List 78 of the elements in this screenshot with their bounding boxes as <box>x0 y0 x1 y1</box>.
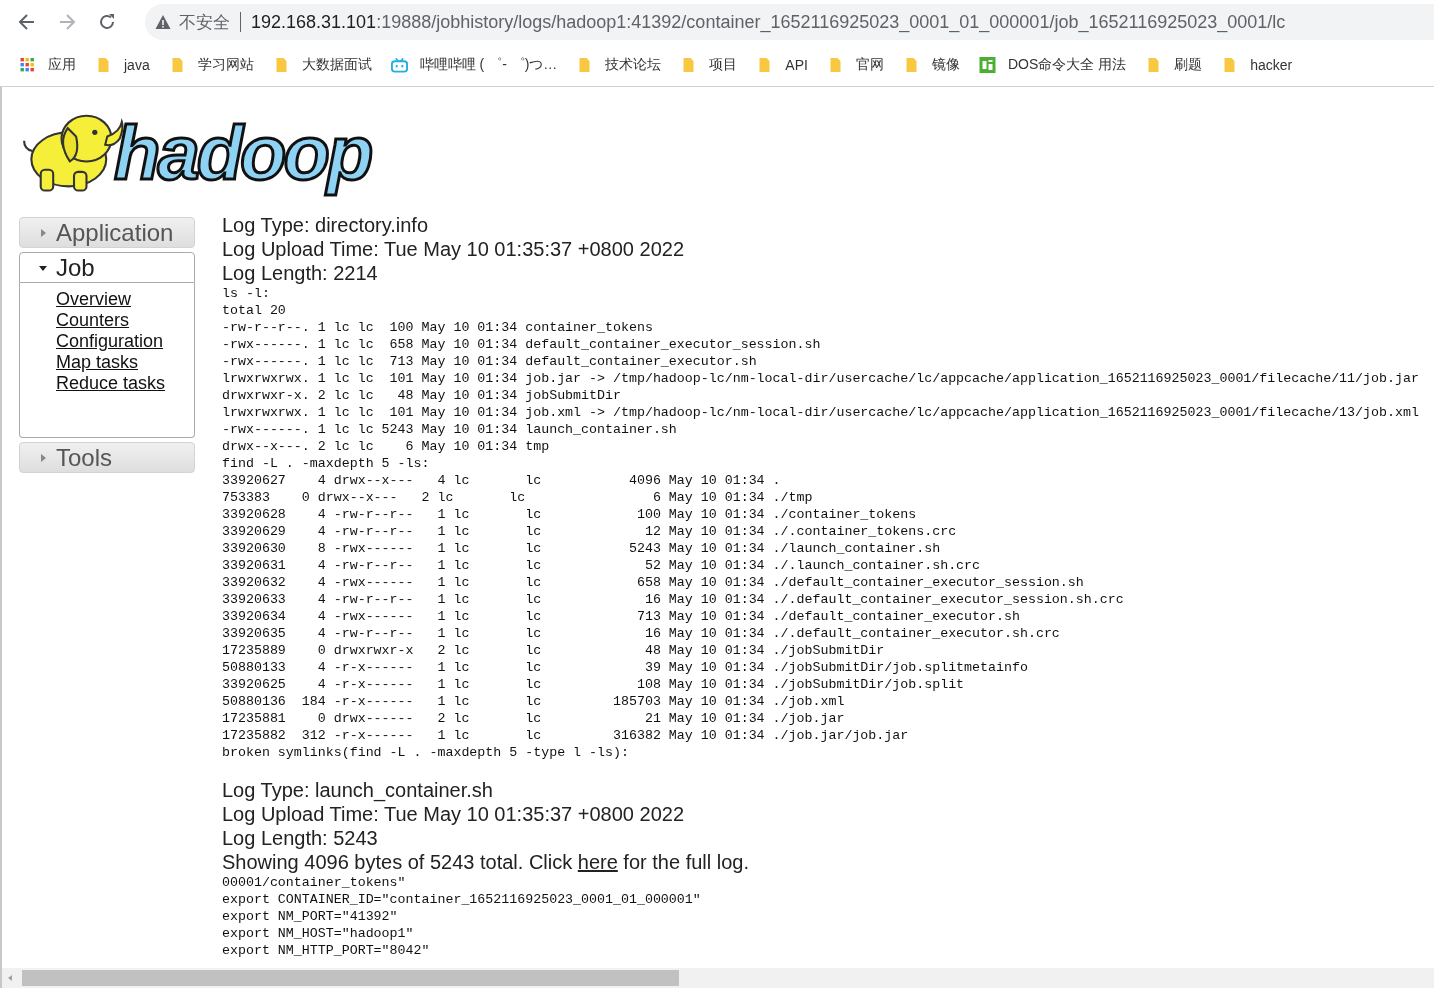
log-line: export CONTAINER_ID="container_1652116925023_0001_01_000001" <box>222 891 702 908</box>
log-line: lrwxrwxrwx. 1 lc lc 101 May 10 01:34 job.xml -> /tmp/hadoop-lc/nm-local-dir/usercache/lc/appcache/application_1652116925023_0001/filecache/13/job.xml <box>222 404 1419 421</box>
log-line: -rw-r--r--. 1 lc lc 100 May 10 01:34 container_tokens <box>222 319 654 336</box>
log-line: export NM_PORT="41392" <box>222 908 399 925</box>
log-line: 33920627 4 drwx--x--- 4 lc lc 4096 May 10 01:34 . <box>222 472 782 489</box>
security-label: 不安全 <box>179 11 230 34</box>
log-line: export NM_HTTP_PORT="8042" <box>222 942 431 959</box>
accordion-header[interactable]: Tools <box>19 442 195 473</box>
bookmark[interactable]: 官网 <box>826 56 884 74</box>
url-text: 192.168.31.101:19888/jobhistory/logs/hadoop1:41392/container_1652116925023_0001_01_000001/job_1652116925023_0001/lc <box>251 11 1286 33</box>
log-line: 33920625 4 -r-x------ 1 lc lc 108 May 10 01:34 ./jobSubmitDir/job.split <box>222 676 966 693</box>
log-line: ls -l: <box>222 285 271 302</box>
scrollbar-thumb[interactable] <box>22 970 679 986</box>
accordion-header[interactable]: Application <box>19 217 195 248</box>
site-icon <box>978 57 996 73</box>
bookmark[interactable]: API <box>756 57 808 73</box>
bookmark[interactable]: 应用 <box>19 56 76 74</box>
log-line: 753383 0 drwx--x--- 2 lc lc 6 May 10 01:34 ./tmp <box>222 489 814 506</box>
log-line: 33920631 4 -rw-r--r-- 1 lc lc 52 May 10 01:34 ./.launch_container.sh.crc <box>222 557 982 574</box>
log-upload-time: Log Upload Time: Tue May 10 01:35:37 +0800 2022 <box>222 802 685 826</box>
full-log-link[interactable]: here <box>577 851 618 873</box>
accordion-header[interactable]: Job <box>19 252 195 283</box>
log-line: 17235889 0 drwxrwxr-x 2 lc lc 48 May 10 01:34 ./jobSubmitDir <box>222 642 886 659</box>
log-line: -rwx------. 1 lc lc 713 May 10 01:34 default_container_executor.sh <box>222 353 758 370</box>
log-line: total 20 <box>222 302 287 319</box>
bookmark[interactable]: 刷题 <box>1145 56 1203 74</box>
tv-icon <box>390 57 408 73</box>
nav-link[interactable]: Overview <box>56 289 131 310</box>
nav-link[interactable]: Counters <box>56 310 130 331</box>
log-length: Log Length: 2214 <box>222 261 379 285</box>
log-line: 33920634 4 -rwx------ 1 lc lc 713 May 10 01:34 ./default_container_executor.sh <box>222 608 1021 625</box>
log-line: find -L . -maxdepth 5 -ls: <box>222 455 431 472</box>
bookmark[interactable]: java <box>95 57 150 73</box>
log-type: Log Type: directory.info <box>222 213 430 237</box>
bookmark[interactable]: 镜像 <box>902 56 960 74</box>
bookmark[interactable]: 项目 <box>680 56 738 74</box>
log-line: 33920629 4 -rw-r--r-- 1 lc lc 12 May 10 01:34 ./.container_tokens.crc <box>222 523 958 540</box>
bookmark[interactable]: 大数据面试 <box>272 56 372 74</box>
log-line: 50880136 184 -r-x------ 1 lc lc 185703 May 10 01:34 ./job.xml <box>222 693 846 710</box>
forward-icon[interactable] <box>57 12 77 32</box>
reload-icon[interactable] <box>97 12 117 32</box>
bookmark[interactable]: DOS命令大全 用法 <box>978 56 1127 74</box>
log-line: lrwxrwxrwx. 1 lc lc 101 May 10 01:34 job.jar -> /tmp/hadoop-lc/nm-local-dir/usercache/lc/appcache/application_1652116925023_0001/filecache/11/job.jar <box>222 370 1419 387</box>
scroll-left-icon <box>6 974 14 982</box>
log-length: Log Length: 5243 <box>222 826 379 850</box>
log-line: -rwx------. 1 lc lc 5243 May 10 01:34 launch_container.sh <box>222 421 678 438</box>
log-line: 17235882 312 -r-x------ 1 lc lc 316382 May 10 01:34 ./job.jar/job.jar <box>222 727 910 744</box>
log-line: drwxrwxr-x. 2 lc lc 48 May 10 01:34 jobSubmitDir <box>222 387 622 404</box>
nav-link[interactable]: Configuration <box>56 331 164 352</box>
log-upload-time: Log Upload Time: Tue May 10 01:35:37 +0800 2022 <box>222 237 685 261</box>
nav-link[interactable]: Reduce tasks <box>56 373 166 394</box>
bookmark[interactable]: 技术论坛 <box>576 56 662 74</box>
bookmark[interactable]: 哔哩哔哩 ( ゜- ゜)つ… <box>390 56 558 74</box>
log-line: 33920628 4 -rw-r--r-- 1 lc lc 100 May 10 01:34 ./container_tokens <box>222 506 918 523</box>
nav-link[interactable]: Map tasks <box>56 352 139 373</box>
log-line: drwx--x---. 2 lc lc 6 May 10 01:34 tmp <box>222 438 551 455</box>
log-line: broken symlinks(find -L . -maxdepth 5 -type l -ls): <box>222 744 630 761</box>
warning-icon <box>155 14 171 30</box>
log-line: export NM_HOST="hadoop1" <box>222 925 415 942</box>
log-line: -rwx------. 1 lc lc 658 May 10 01:34 default_container_executor_session.sh <box>222 336 822 353</box>
caret-right-icon <box>38 452 48 463</box>
horizontal-scrollbar[interactable] <box>2 968 1434 988</box>
log-type: Log Type: launch_container.sh <box>222 778 494 802</box>
log-line: 33920633 4 -rw-r--r-- 1 lc lc 16 May 10 01:34 ./.default_container_executor_session.sh.crc <box>222 591 1125 608</box>
address-bar[interactable]: 不安全 192.168.31.101:19888/jobhistory/logs/hadoop1:41392/container_1652116925023_0001_01_000001/job_1652116925023_0001/lc <box>145 4 1434 40</box>
log-notice: Showing 4096 bytes of 5243 total. Click here for the full log. <box>222 850 750 874</box>
log-line: 50880133 4 -r-x------ 1 lc lc 39 May 10 01:34 ./jobSubmitDir/job.splitmetainfo <box>222 659 1029 676</box>
logo-text: hadoop <box>114 108 371 196</box>
log-line: 33920632 4 -rwx------ 1 lc lc 658 May 10 01:34 ./default_container_executor_session.sh <box>222 574 1085 591</box>
bookmark[interactable]: hacker <box>1221 57 1293 73</box>
back-icon[interactable] <box>17 12 37 32</box>
log-line: 33920635 4 -rw-r--r-- 1 lc lc 16 May 10 01:34 ./.default_container_executor.sh.crc <box>222 625 1061 642</box>
bookmark[interactable]: 学习网站 <box>168 56 254 74</box>
caret-right-icon <box>38 227 48 238</box>
log-line: 00001/container_tokens" <box>222 874 407 891</box>
apps-grid-icon <box>19 57 36 73</box>
log-line: 33920630 8 -rwx------ 1 lc lc 5243 May 10 01:34 ./launch_container.sh <box>222 540 942 557</box>
log-line: 17235881 0 drwx------ 2 lc lc 21 May 10 01:34 ./job.jar <box>222 710 846 727</box>
